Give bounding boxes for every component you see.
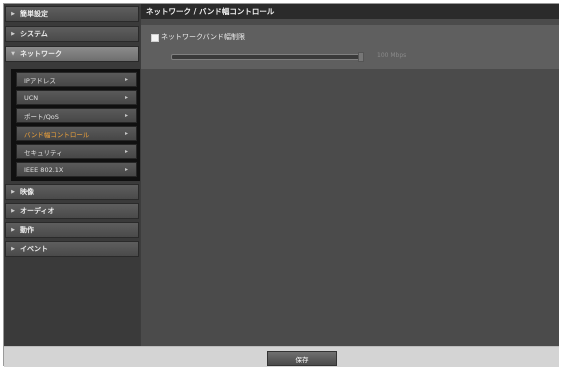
menu-item-label: 映像 (20, 188, 34, 196)
submenu-item-label: IPアドレス (24, 76, 56, 85)
menu-item-audio[interactable]: ▶ オーディオ (5, 203, 139, 219)
bandwidth-slider-track[interactable] (171, 54, 363, 60)
submenu-item-bandwidth-control[interactable]: バンド幅コントロール ▸ (16, 126, 137, 141)
triangle-right-icon: ▶ (11, 189, 15, 195)
submenu-item-label: セキュリティ (24, 148, 63, 157)
chevron-right-icon: ▸ (124, 76, 128, 83)
content-area: ネットワーク / バンド幅コントロール ネットワークバンド幅制限 100 Mbp… (141, 4, 559, 346)
bandwidth-limit-checkbox[interactable] (151, 34, 159, 42)
chevron-right-icon: ▸ (124, 112, 128, 119)
chevron-right-icon: ▸ (124, 94, 128, 101)
submenu-item-label: UCN (24, 93, 39, 102)
network-submenu: IPアドレス ▸ UCN ▸ ポート/QoS ▸ バンド幅コントロール ▸ セキ… (11, 69, 140, 181)
submenu-item-label: バンド幅コントロール (24, 130, 90, 139)
bandwidth-panel: ネットワークバンド幅制限 100 Mbps (141, 25, 559, 69)
menu-item-label: イベント (20, 245, 48, 253)
triangle-right-icon: ▶ (11, 11, 15, 17)
triangle-down-icon: ▼ (11, 51, 15, 57)
chevron-right-icon: ▸ (124, 130, 128, 137)
menu-item-system[interactable]: ▶ システム (5, 26, 139, 42)
submenu-item-ucn[interactable]: UCN ▸ (16, 90, 137, 105)
submenu-item-label: ポート/QoS (24, 112, 59, 121)
submenu-item-ieee-8021x[interactable]: IEEE 802.1X ▸ (16, 162, 137, 177)
menu-item-video[interactable]: ▶ 映像 (5, 184, 139, 200)
menu-item-label: 簡単設定 (20, 10, 48, 18)
submenu-item-port-qos[interactable]: ポート/QoS ▸ (16, 108, 137, 123)
menu-item-action[interactable]: ▶ 動作 (5, 222, 139, 238)
bandwidth-slider-value: 100 Mbps (377, 52, 407, 59)
triangle-right-icon: ▶ (11, 208, 15, 214)
menu-item-label: 動作 (20, 226, 34, 234)
chevron-right-icon: ▸ (124, 166, 128, 173)
footer-bar: 保存 (4, 346, 559, 367)
menu-item-label: オーディオ (20, 207, 55, 215)
chevron-right-icon: ▸ (124, 148, 128, 155)
triangle-right-icon: ▶ (11, 31, 15, 37)
triangle-right-icon: ▶ (11, 227, 15, 233)
bandwidth-slider-handle[interactable] (358, 52, 364, 62)
submenu-item-security[interactable]: セキュリティ ▸ (16, 144, 137, 159)
menu-item-label: システム (20, 30, 48, 38)
page-title: ネットワーク / バンド幅コントロール (141, 4, 559, 19)
menu-item-network[interactable]: ▼ ネットワーク (5, 46, 139, 62)
menu-item-quick-setup[interactable]: ▶ 簡単設定 (5, 6, 139, 22)
submenu-item-ip-address[interactable]: IPアドレス ▸ (16, 72, 137, 87)
triangle-right-icon: ▶ (11, 246, 15, 252)
menu-item-label: ネットワーク (20, 50, 62, 58)
sidebar: ▶ 簡単設定 ▶ システム ▼ ネットワーク IPアドレス ▸ UCN ▸ ポー… (4, 4, 140, 346)
menu-item-event[interactable]: ▶ イベント (5, 241, 139, 257)
save-button[interactable]: 保存 (267, 351, 337, 366)
submenu-item-label: IEEE 802.1X (24, 165, 64, 174)
bandwidth-limit-label: ネットワークバンド幅制限 (161, 33, 245, 41)
